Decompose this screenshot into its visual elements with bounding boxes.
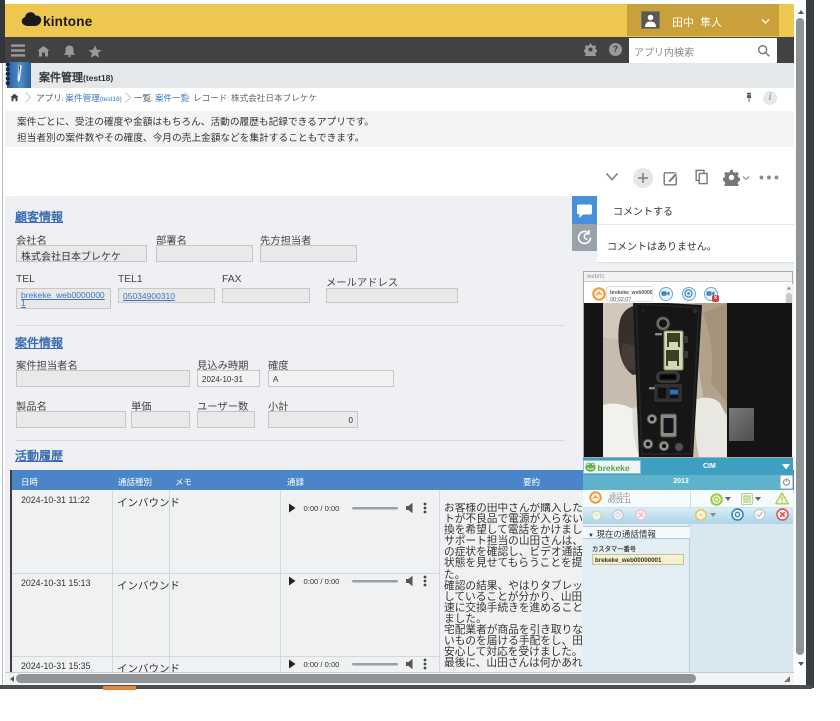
svg-text:0:00 / 0:00: 0:00 / 0:00 <box>304 577 340 586</box>
svg-text:0:00 / 0:00: 0:00 / 0:00 <box>304 660 340 669</box>
svg-text:brekeke: brekeke <box>598 463 630 473</box>
svg-text:0:00 / 0:00: 0:00 / 0:00 <box>304 504 340 513</box>
svg-text:kintone: kintone <box>43 14 93 29</box>
